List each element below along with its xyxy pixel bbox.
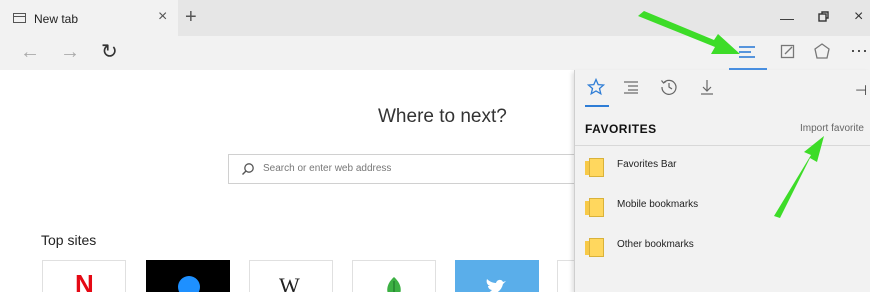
other-bookmarks-item[interactable]: Other bookmarks (585, 238, 865, 266)
leaf-icon (387, 277, 401, 292)
new-tab-button[interactable]: + (185, 7, 197, 27)
netflix-logo-icon: N (75, 269, 94, 292)
folder-icon (585, 238, 604, 257)
search-placeholder: Search or enter web address (263, 163, 392, 174)
star-icon (586, 77, 606, 96)
history-icon (661, 79, 677, 95)
fav-label: Other bookmarks (617, 239, 694, 250)
downloads-tab[interactable] (698, 78, 716, 100)
minimize-button[interactable]: — (780, 10, 794, 26)
tab-title: New tab (34, 12, 79, 26)
tab-new-tab[interactable]: New tab × (0, 0, 178, 36)
pin-icon[interactable]: ⊣ (855, 82, 867, 99)
share-icon (814, 43, 830, 59)
forward-button[interactable]: → (60, 42, 80, 62)
annotation-arrow-hub (638, 11, 740, 54)
fav-label: Mobile bookmarks (617, 199, 699, 210)
favorites-tab[interactable] (586, 77, 606, 100)
top-site-netflix[interactable]: N (42, 260, 126, 292)
top-sites-title: Top sites (41, 232, 97, 248)
top-site-leaf[interactable] (352, 260, 436, 292)
reading-list-tab[interactable] (622, 78, 640, 100)
fav-label: Favorites Bar (617, 159, 677, 170)
favorites-heading: FAVORITES (585, 122, 657, 136)
search-input[interactable]: Search or enter web address (228, 154, 588, 184)
top-site-2[interactable] (146, 260, 230, 292)
folder-icon (585, 158, 604, 177)
close-tab-button[interactable]: × (158, 9, 167, 25)
page-headline: Where to next? (378, 106, 507, 127)
close-window-button[interactable]: × (854, 8, 863, 26)
twitter-bird-icon (486, 279, 506, 292)
top-site-wikipedia[interactable]: W (249, 260, 333, 292)
web-note-button[interactable] (780, 44, 796, 64)
folder-icon (585, 198, 604, 217)
more-button[interactable]: ··· (850, 40, 868, 60)
restore-button[interactable] (818, 10, 830, 26)
share-button[interactable] (813, 43, 831, 65)
hub-tab-indicator (585, 105, 609, 107)
blue-dot-icon (178, 276, 200, 292)
reading-list-icon (624, 81, 638, 94)
search-icon (242, 163, 254, 175)
top-site-twitter[interactable] (455, 260, 539, 292)
download-icon (701, 80, 713, 95)
history-tab[interactable] (660, 78, 678, 100)
refresh-button[interactable]: ↻ (101, 42, 118, 62)
page-icon (13, 13, 26, 23)
wikipedia-logo-icon: W (279, 273, 300, 292)
annotation-arrow-import (774, 136, 824, 218)
restore-icon (818, 11, 829, 22)
web-note-icon (780, 44, 795, 59)
import-favorites-link[interactable]: Import favorite (800, 123, 864, 134)
back-button[interactable]: ← (20, 42, 40, 62)
